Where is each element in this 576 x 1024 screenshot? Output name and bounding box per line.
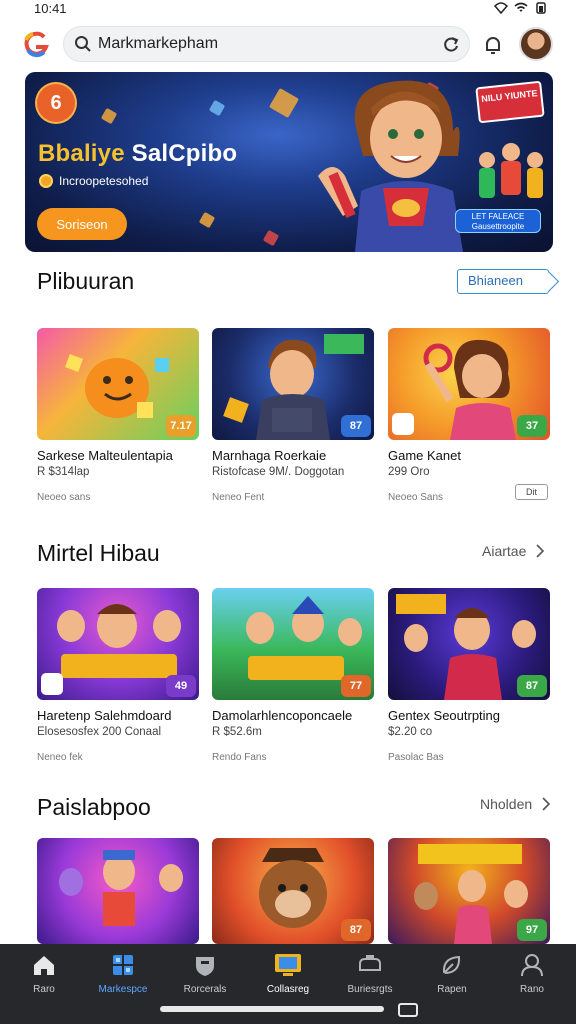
game-meta: Ristofcase 9M/. Doggotan — [212, 466, 345, 478]
game-title: Damolarhlencoponcaele — [212, 708, 353, 723]
bottom-navigation: Raro Markespce Rorcerals Collasreg Burie… — [0, 944, 576, 1024]
game-thumbnail: 7.17 — [37, 328, 199, 440]
coin-icon — [39, 174, 53, 188]
card-chip[interactable]: Dit — [515, 484, 548, 500]
game-title: Haretenp Salehmdoard — [37, 708, 172, 723]
game-subtitle: Neneo Fent — [212, 492, 265, 503]
nav-item-home[interactable]: Raro — [4, 952, 84, 998]
game-thumbnail: 87 — [212, 838, 374, 944]
score-badge: 87 — [341, 415, 371, 437]
status-bar: 10:41 — [0, 0, 576, 20]
nav-item-rapen[interactable]: Rapen — [412, 952, 492, 998]
hero-badge: 6 — [37, 84, 75, 122]
recent-apps-button[interactable] — [398, 1003, 418, 1017]
game-subtitle: Neneo fek — [37, 752, 83, 763]
game-meta: 299 Oro — [388, 466, 430, 478]
score-badge: 77 — [341, 675, 371, 697]
game-title: Sarkese Malteulentapia — [37, 448, 173, 463]
game-subtitle: Pasolac Bas — [388, 752, 444, 763]
game-thumbnail: 87 — [212, 328, 374, 440]
hero-tag: LET FALEACE Gausettroopite — [455, 209, 541, 233]
nav-label: Rorcerals — [183, 984, 227, 995]
game-subtitle: Neoeo sans — [37, 492, 91, 503]
game-meta: R $314lap — [37, 466, 90, 478]
hero-sticker: NILU YIUNTE — [475, 80, 545, 124]
game-thumbnail — [37, 838, 199, 944]
hero-title-part2: SalCpibo — [131, 140, 238, 167]
leaf-icon — [442, 955, 461, 975]
section-action-label: Nholden — [480, 796, 533, 812]
bell-icon[interactable] — [482, 34, 504, 56]
battery-icon — [536, 2, 546, 14]
game-thumbnail: 49 — [37, 588, 199, 700]
nav-label: Markespce — [98, 984, 148, 995]
game-meta: Elosesosfex 200 Conaal — [37, 726, 162, 738]
search-bar[interactable] — [63, 26, 470, 62]
chevron-right-icon — [536, 544, 545, 558]
nav-item-buriesrgts[interactable]: Buriesrgts — [330, 952, 410, 998]
score-badge: 87 — [341, 919, 371, 941]
section-see-all-button[interactable]: Nholden — [480, 796, 551, 812]
game-thumbnail: 37 — [388, 328, 550, 440]
score-badge: 87 — [517, 675, 547, 697]
score-badge: 49 — [166, 675, 196, 697]
nav-item-collasreg[interactable]: Collasreg — [248, 952, 328, 998]
game-thumbnail: 77 — [212, 588, 374, 700]
game-meta: R $52.6m — [212, 726, 262, 738]
game-subtitle: Rendo Fans — [212, 752, 267, 763]
status-time: 10:41 — [34, 1, 67, 16]
game-title: Game Kanet — [388, 448, 461, 463]
chevron-right-icon — [542, 797, 551, 811]
hero-title-part1: Bbaliye — [38, 140, 125, 167]
section-title: Plibuuran — [37, 268, 135, 294]
section-title: Paislabpoo — [37, 794, 151, 820]
profile-icon — [521, 954, 543, 977]
platform-icon — [392, 413, 414, 435]
score-badge: 7.17 — [166, 415, 196, 437]
refresh-icon[interactable] — [441, 34, 461, 54]
hero-title: Bbaliye SalCpibo — [38, 140, 237, 168]
hero-cta-button[interactable]: Soriseon — [37, 208, 127, 240]
nav-item-rorcerals[interactable]: Rorcerals — [165, 952, 245, 998]
game-thumbnail: 97 — [388, 838, 550, 944]
app-logo-icon[interactable] — [22, 30, 50, 58]
search-input[interactable] — [98, 27, 428, 61]
avatar[interactable] — [519, 27, 553, 61]
section-action-label: Aiartae — [482, 543, 527, 559]
nav-item-marketplace[interactable]: Markespce — [83, 952, 163, 998]
nav-label: Raro — [33, 984, 55, 995]
wifi-icon — [514, 2, 528, 12]
section-see-all-button[interactable]: Bhianeen — [457, 269, 549, 294]
game-title: Gentex Seoutrpting — [388, 708, 501, 723]
hero-banner[interactable]: 6 Bbaliye SalCpibo Incroopetesohed Soris… — [25, 72, 553, 252]
section-see-all-button[interactable]: Aiartae — [482, 543, 545, 559]
shield-icon — [196, 957, 214, 976]
nav-label: Rano — [520, 984, 544, 995]
status-icons — [494, 2, 548, 14]
search-icon — [75, 36, 91, 52]
nav-label: Collasreg — [266, 984, 310, 995]
game-title: Marnhaga Roerkaie — [212, 448, 327, 463]
nav-label: Rapen — [437, 984, 467, 995]
home-indicator[interactable] — [160, 1006, 384, 1012]
grid-icon — [113, 955, 133, 975]
score-badge: 97 — [517, 919, 547, 941]
hero-subtitle: Incroopetesohed — [39, 174, 148, 188]
controller-icon — [359, 955, 381, 971]
nav-label: Buriesrgts — [347, 984, 393, 995]
game-thumbnail: 87 — [388, 588, 550, 700]
top-bar — [0, 22, 576, 66]
game-subtitle: Neoeo Sans — [388, 492, 444, 503]
hero-subtitle-text: Incroopetesohed — [59, 174, 149, 188]
home-icon — [34, 956, 54, 975]
platform-icon — [41, 673, 63, 695]
section-title: Mirtel Hibau — [37, 540, 160, 566]
signal-icon — [494, 2, 508, 14]
monitor-icon — [275, 954, 301, 976]
game-meta: $2.20 co — [388, 726, 433, 738]
hero-crowd-illustration — [479, 143, 543, 198]
nav-item-profile[interactable]: Rano — [492, 952, 572, 998]
score-badge: 37 — [517, 415, 547, 437]
